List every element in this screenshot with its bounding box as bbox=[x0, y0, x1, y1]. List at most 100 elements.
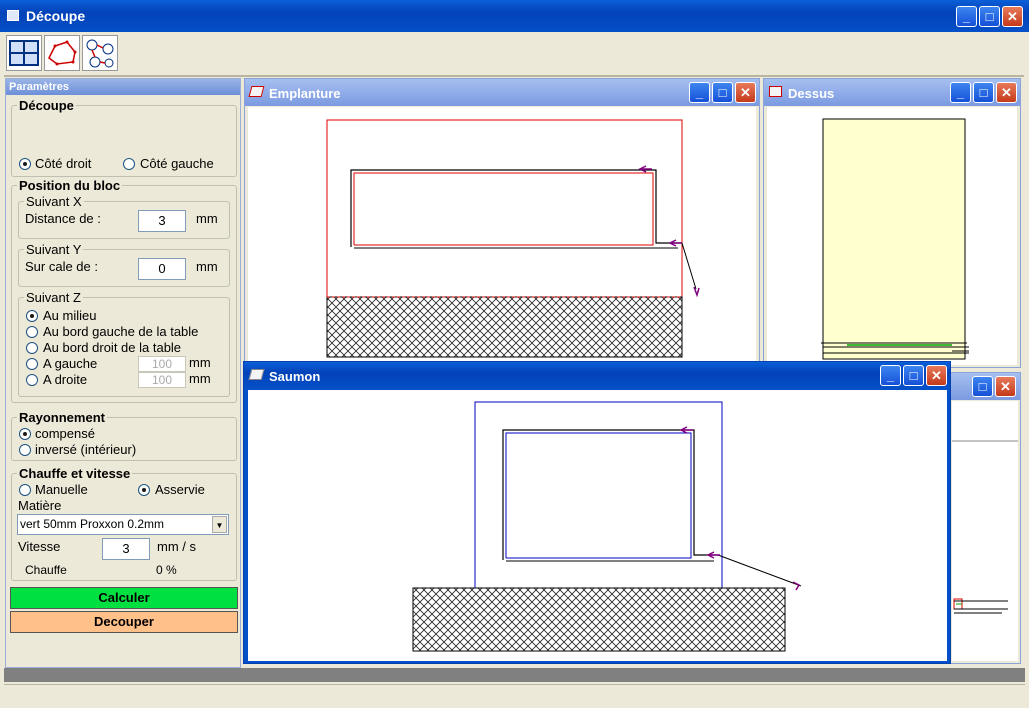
gauche-unit: mm bbox=[189, 355, 211, 370]
gauche-input[interactable]: 100 bbox=[138, 356, 186, 372]
cale-input[interactable]: 0 bbox=[138, 258, 186, 280]
decouper-button[interactable]: Decouper bbox=[10, 611, 238, 633]
profile-shape-icon[interactable] bbox=[44, 35, 80, 71]
saumon-table-hatch bbox=[412, 587, 786, 652]
asservie-label: Asservie bbox=[155, 482, 205, 497]
manuelle-label: Manuelle bbox=[35, 482, 88, 497]
radio-z-milieu[interactable] bbox=[26, 310, 38, 322]
toolbar-divider bbox=[4, 75, 1024, 77]
radio-inverse[interactable] bbox=[19, 444, 31, 456]
emplanture-minimize-button[interactable]: _ bbox=[689, 82, 710, 103]
saumon-outer-path bbox=[502, 429, 718, 560]
chauffe-label: Chauffe bbox=[25, 563, 67, 577]
matiere-select[interactable]: vert 50mm Proxxon 0.2mm ▼ bbox=[17, 514, 229, 535]
bottom-gray-bar bbox=[4, 668, 1025, 682]
app-icon bbox=[7, 10, 19, 21]
z-option-bord-droit: Au bord droit de la table bbox=[43, 340, 182, 355]
saumon-close-button[interactable]: ✕ bbox=[926, 365, 947, 386]
dessus-canvas[interactable] bbox=[767, 107, 1017, 365]
dessus-window-icon bbox=[769, 86, 782, 97]
vitesse-unit: mm / s bbox=[157, 539, 196, 554]
distance-label: Distance de : bbox=[25, 211, 101, 226]
saumon-titlebar: Saumon _ □ ✕ bbox=[244, 362, 950, 389]
droite-input[interactable]: 100 bbox=[138, 372, 186, 388]
saumon-window: Saumon _ □ ✕ bbox=[243, 361, 951, 664]
distance-input[interactable]: 3 bbox=[138, 210, 186, 232]
saumon-canvas[interactable] bbox=[248, 390, 947, 661]
radio-side-right[interactable] bbox=[19, 158, 31, 170]
hidden-view-close-button[interactable]: ✕ bbox=[995, 376, 1016, 397]
emplanture-block-outline bbox=[326, 119, 683, 298]
emplanture-window-icon bbox=[248, 86, 265, 97]
side-left-label: Côté gauche bbox=[140, 156, 214, 171]
suivant-x-label: Suivant X bbox=[24, 194, 84, 209]
calculer-button[interactable]: Calculer bbox=[10, 587, 238, 609]
saumon-maximize-button[interactable]: □ bbox=[903, 365, 924, 386]
hidden-view-canvas[interactable] bbox=[952, 401, 1018, 661]
dessus-block bbox=[822, 118, 966, 360]
window-title: Découpe bbox=[26, 8, 86, 24]
z-option-milieu: Au milieu bbox=[43, 308, 97, 323]
params-panel: Paramètres Découpe Côté droit Côté gauch… bbox=[5, 78, 241, 668]
dessus-maximize-button[interactable]: □ bbox=[973, 82, 994, 103]
hidden-view-titlebar: □ ✕ bbox=[949, 373, 1020, 400]
dessus-window: Dessus _ □ ✕ bbox=[763, 78, 1021, 368]
dessus-drawing bbox=[821, 118, 969, 360]
saumon-arrow-icon-3 bbox=[792, 581, 801, 591]
droite-unit: mm bbox=[189, 371, 211, 386]
matiere-label: Matière bbox=[18, 498, 62, 513]
emplanture-inner-profile bbox=[353, 172, 654, 246]
suivant-z-label: Suivant Z bbox=[24, 290, 83, 305]
emplanture-titlebar: Emplanture _ □ ✕ bbox=[245, 79, 759, 106]
main-titlebar: Découpe _ □ ✕ bbox=[0, 0, 1029, 32]
emplanture-canvas[interactable] bbox=[248, 107, 756, 365]
emplanture-drawing bbox=[326, 119, 700, 358]
emplanture-close-button[interactable]: ✕ bbox=[735, 82, 756, 103]
dessus-close-button[interactable]: ✕ bbox=[996, 82, 1017, 103]
main-maximize-button[interactable]: □ bbox=[979, 6, 1000, 27]
saumon-arrow-icon bbox=[679, 426, 693, 434]
saumon-window-icon bbox=[248, 369, 265, 380]
radio-z-droite[interactable] bbox=[26, 374, 38, 386]
saumon-arrow-icon-2 bbox=[706, 551, 720, 559]
main-close-button[interactable]: ✕ bbox=[1002, 6, 1023, 27]
z-option-droite: A droite bbox=[43, 372, 88, 387]
grid-layout-icon[interactable] bbox=[6, 35, 42, 71]
dessus-title: Dessus bbox=[788, 86, 835, 101]
emplanture-outer-path bbox=[350, 169, 682, 247]
dessus-titlebar: Dessus _ □ ✕ bbox=[764, 79, 1020, 106]
matiere-value: vert 50mm Proxxon 0.2mm bbox=[20, 517, 165, 531]
radio-z-bord-gauche[interactable] bbox=[26, 326, 38, 338]
radio-compense[interactable] bbox=[19, 428, 31, 440]
z-option-gauche: A gauche bbox=[43, 356, 98, 371]
cale-label: Sur cale de : bbox=[25, 259, 98, 274]
main-minimize-button[interactable]: _ bbox=[956, 6, 977, 27]
radio-z-gauche[interactable] bbox=[26, 358, 38, 370]
dessus-minimize-button[interactable]: _ bbox=[950, 82, 971, 103]
rayonnement-label: Rayonnement bbox=[17, 410, 107, 425]
inverse-label: inversé (intérieur) bbox=[35, 442, 137, 457]
emplanture-maximize-button[interactable]: □ bbox=[712, 82, 733, 103]
chevron-down-icon[interactable]: ▼ bbox=[212, 516, 227, 533]
numbered-path-icon[interactable] bbox=[82, 35, 118, 71]
radio-asservie[interactable] bbox=[138, 484, 150, 496]
suivant-y-label: Suivant Y bbox=[24, 242, 84, 257]
emplanture-table-hatch bbox=[326, 296, 683, 358]
radio-manuelle[interactable] bbox=[19, 484, 31, 496]
vitesse-label: Vitesse bbox=[18, 539, 61, 554]
compense-label: compensé bbox=[35, 426, 95, 441]
hidden-view-maximize-button[interactable]: □ bbox=[972, 376, 993, 397]
emplanture-arrow-icon-3 bbox=[693, 286, 700, 298]
saumon-inner-profile bbox=[505, 432, 692, 559]
vitesse-input[interactable]: 3 bbox=[102, 538, 150, 560]
side-right-label: Côté droit bbox=[35, 156, 92, 171]
saumon-minimize-button[interactable]: _ bbox=[880, 365, 901, 386]
saumon-exit-line bbox=[717, 554, 802, 587]
radio-side-left[interactable] bbox=[123, 158, 135, 170]
distance-unit: mm bbox=[196, 211, 218, 226]
emplanture-title: Emplanture bbox=[269, 86, 341, 101]
decouper-label: Decouper bbox=[94, 614, 154, 629]
radio-z-bord-droit[interactable] bbox=[26, 342, 38, 354]
emplanture-arrow-icon bbox=[638, 165, 652, 173]
saumon-title: Saumon bbox=[269, 369, 321, 384]
